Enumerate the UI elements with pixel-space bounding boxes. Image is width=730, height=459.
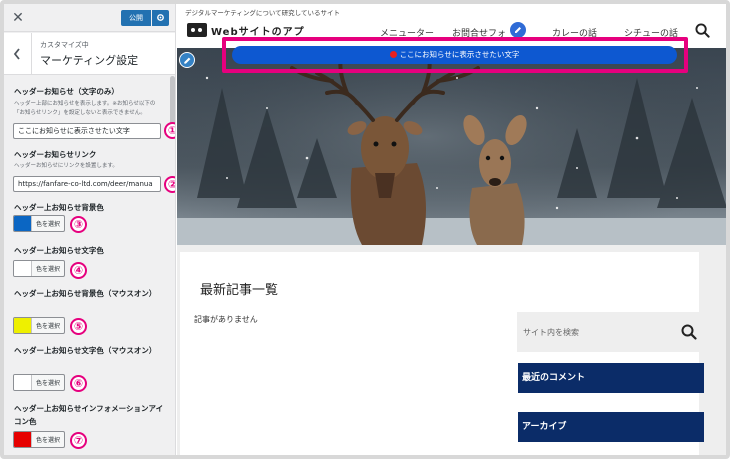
notice-text-description: ヘッダー上部にお知らせを表示します。※お知らせ以下の「お知らせリンク」を設定しな… <box>14 101 156 116</box>
notice-link-input[interactable]: https://fanfare-co-ltd.com/deer/manua <box>13 176 161 192</box>
color-swatch <box>14 375 32 390</box>
edit-shortcut-icon[interactable] <box>510 22 526 38</box>
color-swatch <box>14 261 32 276</box>
color-picker-label: 色を選択 <box>36 323 61 330</box>
notice-link-description: ヘッダーお知らせにリンクを設置します。 <box>14 163 118 169</box>
hero-image <box>177 48 726 245</box>
search-icon[interactable] <box>695 23 710 38</box>
notice-bg-hover-color-label: ヘッダー上お知らせ背景色（マウスオン） <box>14 289 157 298</box>
notice-icon-color-label: ヘッダー上お知らせインフォメーションアイコン色 <box>14 404 164 426</box>
main-content: 最新記事一覧 記事がありません サイト内を検索 最近のコメント アーカイブ <box>180 252 704 455</box>
widget-recent-comments[interactable]: 最近のコメント <box>518 363 704 393</box>
notice-bg-color-label: ヘッダー上お知らせ背景色 <box>14 203 104 212</box>
notice-text-label: ヘッダーお知らせ（文字のみ） <box>14 87 119 96</box>
callout-marker-4: ④ <box>70 262 87 279</box>
notice-bg-hover-color-picker[interactable]: 色を選択 <box>13 317 65 334</box>
color-picker-label: 色を選択 <box>36 380 61 387</box>
customizer-toolbar: ✕ 公開 <box>4 4 175 32</box>
no-posts-message: 記事がありません <box>194 315 258 324</box>
search-icon[interactable] <box>681 324 697 340</box>
color-swatch <box>14 216 32 231</box>
customizer-panel: ✕ 公開 カスタマイズ中 マーケティング設定 ヘッダーお知らせ（文字のみ） ヘッ… <box>4 4 176 455</box>
notice-text-color-picker[interactable]: 色を選択 <box>13 260 65 277</box>
deer-photo <box>177 48 726 245</box>
callout-marker-3: ③ <box>70 216 87 233</box>
sidebar-search[interactable]: サイト内を検索 <box>517 312 703 352</box>
breadcrumb: カスタマイズ中 <box>40 41 89 49</box>
site-title[interactable]: Webサイトのアプ <box>211 23 305 38</box>
site-preview: デジタルマーケティングについて研究しているサイト Webサイトのアプ メニュータ… <box>177 4 726 455</box>
site-logo-icon[interactable] <box>187 23 207 37</box>
notice-text-hover-color-picker[interactable]: 色を選択 <box>13 374 65 391</box>
edit-shortcut-icon[interactable] <box>179 52 195 68</box>
publish-button[interactable]: 公開 <box>121 10 151 26</box>
widget-archive[interactable]: アーカイブ <box>518 412 704 442</box>
search-placeholder: サイト内を検索 <box>523 328 579 337</box>
notice-icon-color-picker[interactable]: 色を選択 <box>13 431 65 448</box>
gear-icon <box>157 14 164 21</box>
notice-text-hover-color-label: ヘッダー上お知らせ文字色（マウスオン） <box>14 346 157 355</box>
publish-settings-button[interactable] <box>152 10 169 26</box>
notice-link-label: ヘッダーお知らせリンク <box>14 150 97 159</box>
callout-marker-6: ⑥ <box>70 375 87 392</box>
color-picker-label: 色を選択 <box>36 266 61 273</box>
back-button[interactable] <box>4 33 32 75</box>
section-title: マーケティング設定 <box>40 54 139 67</box>
latest-posts-heading: 最新記事一覧 <box>200 283 279 298</box>
close-icon[interactable]: ✕ <box>8 8 28 28</box>
color-picker-label: 色を選択 <box>36 437 61 444</box>
site-tagline: デジタルマーケティングについて研究しているサイト <box>185 9 340 17</box>
callout-marker-1: ① <box>164 122 175 139</box>
section-header: カスタマイズ中 マーケティング設定 <box>4 33 175 75</box>
notice-text-input[interactable]: ここにお知らせに表示させたい文字 <box>13 123 161 139</box>
color-picker-label: 色を選択 <box>36 221 61 228</box>
annotation-highlight-box <box>222 37 688 73</box>
notice-text-color-label: ヘッダー上お知らせ文字色 <box>14 246 104 255</box>
window-frame: ✕ 公開 カスタマイズ中 マーケティング設定 ヘッダーお知らせ（文字のみ） ヘッ… <box>0 0 730 459</box>
color-swatch <box>14 318 32 333</box>
chevron-left-icon <box>13 48 20 60</box>
callout-marker-5: ⑤ <box>70 318 87 335</box>
callout-marker-2: ② <box>164 176 175 193</box>
callout-marker-7: ⑦ <box>70 432 87 449</box>
color-swatch <box>14 432 32 447</box>
notice-bg-color-picker[interactable]: 色を選択 <box>13 215 65 232</box>
